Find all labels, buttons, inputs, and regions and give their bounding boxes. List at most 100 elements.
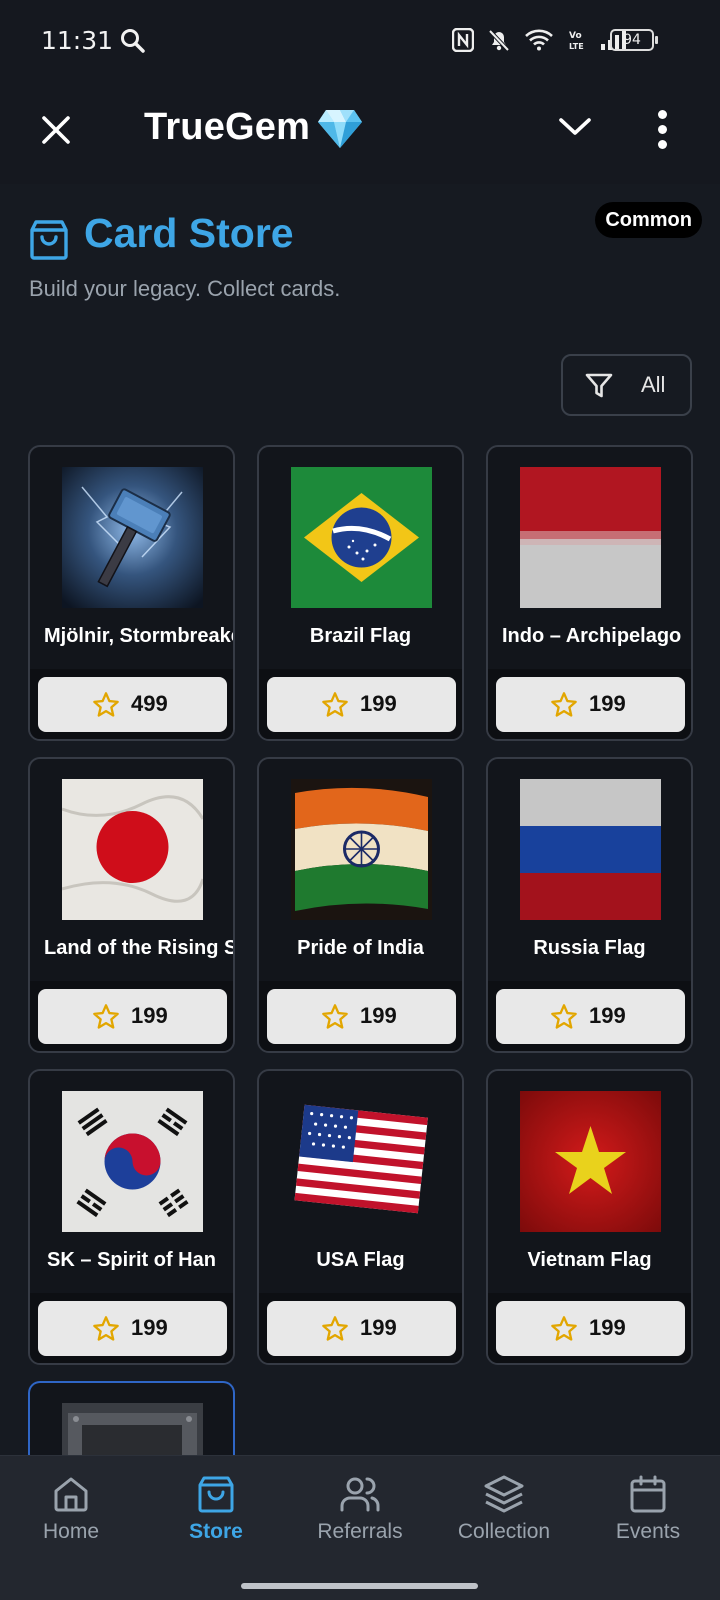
card-price: 199	[589, 691, 626, 716]
more-vertical-icon	[657, 110, 667, 119]
card-art-russia	[520, 779, 661, 920]
card-art-mjolnir	[62, 467, 203, 608]
search-icon	[120, 28, 146, 59]
chevron-down-icon	[559, 118, 591, 135]
star-icon	[322, 1316, 348, 1341]
card-name: Land of the Rising Sun	[44, 937, 233, 959]
card-price: 199	[131, 1315, 168, 1340]
nav-store[interactable]: Store	[156, 1474, 276, 1544]
battery-icon: 94	[610, 29, 658, 51]
card-price: 199	[360, 1315, 397, 1340]
nav-label: Events	[615, 1520, 681, 1543]
card-item[interactable]	[28, 1381, 235, 1455]
buy-button[interactable]: 199	[267, 989, 456, 1044]
wifi-icon	[524, 28, 554, 57]
gem-icon	[316, 108, 364, 155]
card-price: 199	[589, 1003, 626, 1028]
card-item[interactable]: Brazil Flag 199	[257, 445, 464, 741]
card-art-vietnam	[520, 1091, 661, 1232]
close-icon	[42, 116, 70, 144]
card-art-japan	[62, 779, 203, 920]
users-icon	[340, 1477, 380, 1512]
more-menu-button[interactable]	[656, 110, 668, 150]
card-price: 199	[131, 1003, 168, 1028]
svg-text:Vo: Vo	[569, 31, 582, 41]
calendar-icon	[630, 1475, 666, 1513]
buy-button[interactable]: 199	[38, 989, 227, 1044]
kebab-dot	[657, 125, 667, 134]
nav-label: Home	[42, 1520, 100, 1543]
store-content[interactable]: Common Card Store Build your legacy. Col…	[0, 184, 720, 1455]
page-title: Card Store	[84, 210, 294, 256]
app-title: TrueGem	[144, 106, 311, 148]
card-art	[62, 1403, 203, 1455]
star-icon	[322, 692, 348, 717]
buy-button[interactable]: 199	[267, 677, 456, 732]
buy-button[interactable]: 499	[38, 677, 227, 732]
shopping-bag-icon	[198, 1476, 234, 1513]
card-item[interactable]: Mjölnir, Stormbreaker 499	[28, 445, 235, 741]
card-name: Mjölnir, Stormbreaker	[44, 625, 233, 647]
card-art-indonesia	[520, 467, 661, 608]
card-art-usa	[291, 1091, 432, 1232]
status-time: 11:31	[41, 26, 114, 55]
rarity-label: Common	[605, 209, 692, 231]
nav-collection[interactable]: Collection	[444, 1474, 564, 1544]
app-bar: TrueGem	[0, 84, 720, 184]
star-icon	[93, 1316, 119, 1341]
layers-icon	[484, 1475, 524, 1513]
nav-label: Collection	[457, 1520, 551, 1543]
card-name: USA Flag	[316, 1249, 405, 1271]
star-icon	[322, 1004, 348, 1029]
home-icon	[54, 1477, 88, 1512]
home-indicator[interactable]	[241, 1583, 478, 1589]
rarity-pill[interactable]: Common	[595, 202, 702, 238]
nav-label: Store	[189, 1520, 243, 1543]
card-name: Brazil Flag	[309, 625, 412, 647]
kebab-dot	[657, 140, 667, 149]
card-name: Pride of India	[297, 937, 424, 959]
card-item[interactable]: Vietnam Flag 199	[486, 1069, 693, 1365]
battery-level: 94	[623, 32, 641, 48]
star-icon	[93, 1004, 119, 1029]
chevron-down-button[interactable]	[558, 114, 592, 143]
card-item[interactable]: Russia Flag 199	[486, 757, 693, 1053]
card-name: Russia Flag	[533, 937, 646, 959]
card-price: 199	[360, 1003, 397, 1028]
card-item[interactable]: Land of the Rising Sun 199	[28, 757, 235, 1053]
close-button[interactable]	[36, 110, 76, 150]
nav-referrals[interactable]: Referrals	[300, 1474, 420, 1544]
card-item[interactable]: SK – Spirit of Han 199	[28, 1069, 235, 1365]
buy-button[interactable]: 199	[496, 989, 685, 1044]
star-icon	[93, 692, 119, 717]
filter-label: All	[641, 372, 666, 397]
card-name: SK – Spirit of Han	[47, 1249, 216, 1271]
volte-icon: Vo LTE	[568, 28, 586, 57]
filter-button[interactable]: All	[561, 354, 692, 416]
star-icon	[551, 1004, 577, 1029]
card-name: Indo – Archipelago	[502, 625, 682, 647]
buy-button[interactable]: 199	[267, 1301, 456, 1356]
status-icons: Vo LTE	[451, 27, 628, 57]
buy-button[interactable]: 199	[496, 677, 685, 732]
shopping-bag-icon	[30, 220, 68, 265]
nav-home[interactable]: Home	[11, 1474, 131, 1544]
card-price: 199	[360, 691, 397, 716]
star-icon	[551, 1316, 577, 1341]
card-item[interactable]: Pride of India 199	[257, 757, 464, 1053]
card-price: 199	[589, 1315, 626, 1340]
nav-label: Referrals	[317, 1520, 403, 1543]
buy-button[interactable]: 199	[496, 1301, 685, 1356]
card-item[interactable]: USA Flag 199	[257, 1069, 464, 1365]
nfc-icon	[451, 27, 475, 57]
svg-text:LTE: LTE	[569, 42, 584, 51]
nav-events[interactable]: Events	[588, 1474, 708, 1544]
card-art-india	[291, 779, 432, 920]
buy-button[interactable]: 199	[38, 1301, 227, 1356]
card-name: Vietnam Flag	[527, 1249, 652, 1271]
card-item[interactable]: Indo – Archipelago 199	[486, 445, 693, 741]
card-price: 499	[131, 691, 168, 716]
page-subtitle: Build your legacy. Collect cards.	[29, 276, 341, 301]
status-bar: 11:31 Vo LTE 94	[0, 0, 720, 84]
card-art-brazil	[291, 467, 432, 608]
